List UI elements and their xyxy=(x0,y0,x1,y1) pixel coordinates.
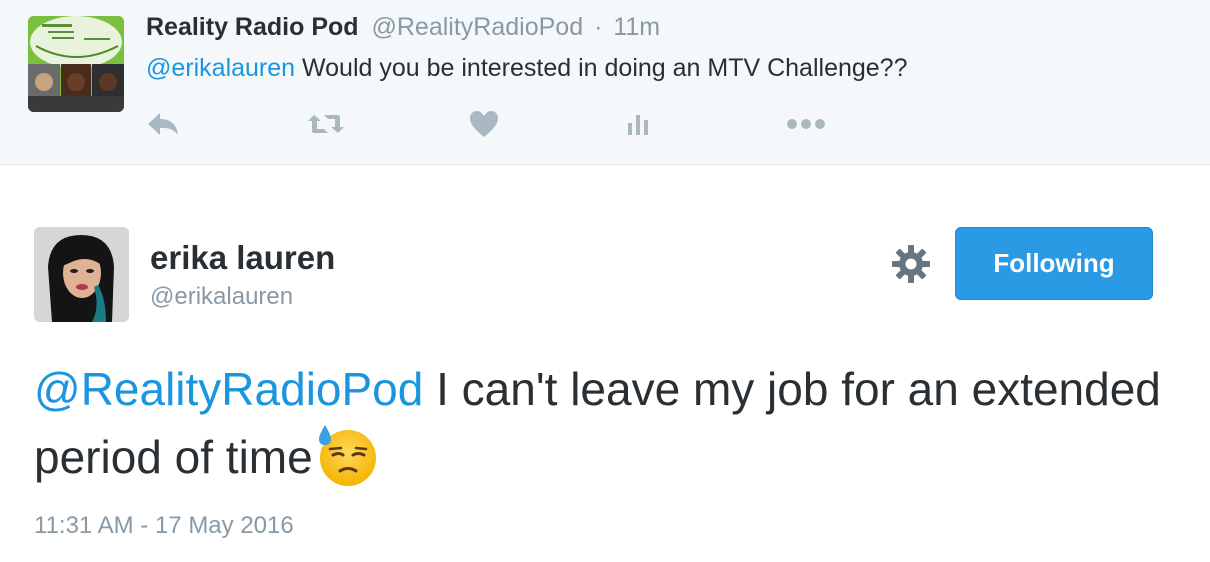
downcast-face-with-sweat-emoji-icon xyxy=(313,421,379,487)
following-button[interactable]: Following xyxy=(955,227,1153,300)
user-photo-avatar-icon xyxy=(34,227,129,322)
avatar[interactable] xyxy=(34,227,129,322)
podcast-logo-avatar-icon xyxy=(28,16,124,112)
user-handle[interactable]: @erikalauren xyxy=(150,283,293,311)
retweet-icon[interactable] xyxy=(305,106,347,142)
avatar[interactable] xyxy=(28,16,124,112)
like-heart-icon[interactable] xyxy=(466,106,502,142)
mention-link[interactable]: @erikalauren xyxy=(146,54,295,82)
analytics-icon[interactable] xyxy=(624,106,654,142)
gear-icon[interactable] xyxy=(890,243,932,285)
main-tweet: erika lauren @erikalauren Following @Rea… xyxy=(0,165,1210,562)
mention-link[interactable]: @RealityRadioPod xyxy=(34,363,423,415)
parent-handle[interactable]: @RealityRadioPod xyxy=(372,13,584,41)
tweet-timestamp[interactable]: 11:31 AM - 17 May 2016 xyxy=(34,512,294,540)
display-name[interactable]: erika lauren xyxy=(150,239,335,277)
parent-tweet-text: @erikalauren Would you be interested in … xyxy=(146,54,908,83)
parent-tweet-body: Would you be interested in doing an MTV … xyxy=(295,54,908,82)
tweet-actions xyxy=(0,106,1210,142)
reply-icon[interactable] xyxy=(145,106,181,142)
parent-display-name[interactable]: Reality Radio Pod xyxy=(146,13,359,41)
parent-time[interactable]: 11m xyxy=(613,13,660,41)
more-icon[interactable] xyxy=(785,106,827,142)
meta-separator: · xyxy=(594,13,603,41)
tweet-text: @RealityRadioPod I can't leave my job fo… xyxy=(34,357,1174,489)
parent-tweet[interactable]: Reality Radio Pod @RealityRadioPod · 11m… xyxy=(0,0,1210,165)
